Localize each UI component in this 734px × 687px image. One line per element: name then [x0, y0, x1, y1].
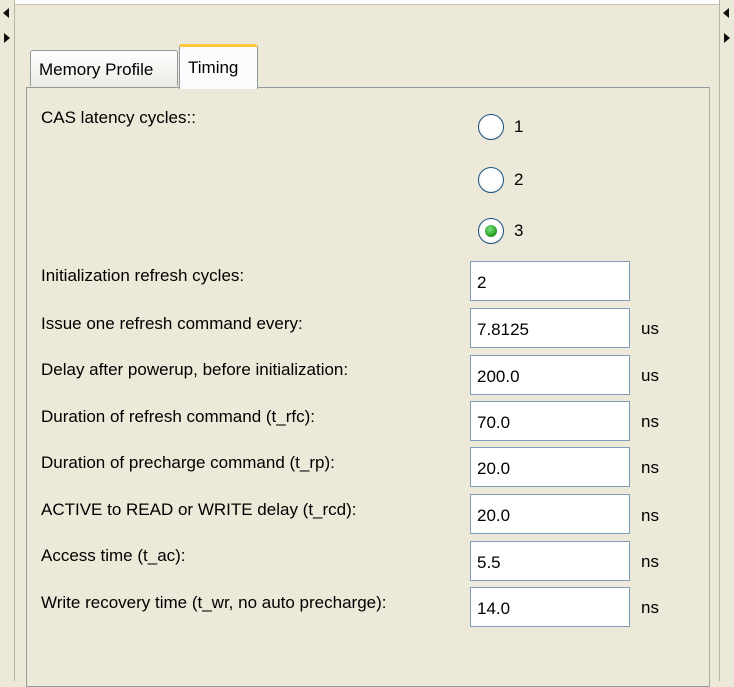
radio-unchecked-icon[interactable] — [478, 114, 504, 140]
radio-unchecked-icon[interactable] — [478, 167, 504, 193]
t-ac-label: Access time (t_ac): — [41, 546, 186, 565]
t-rcd-label: ACTIVE to READ or WRITE delay (t_rcd): — [41, 500, 357, 519]
t-wr-unit: ns — [641, 598, 659, 617]
t-rp-field[interactable] — [470, 447, 630, 487]
t-ac-unit: ns — [641, 552, 659, 571]
t-rcd-unit: ns — [641, 506, 659, 525]
collapse-left-arrow-icon[interactable] — [3, 8, 9, 18]
t-rcd-field[interactable] — [470, 494, 630, 534]
tab-timing[interactable]: Timing — [179, 44, 258, 89]
radio-label: 1 — [514, 117, 524, 136]
radio-dot-icon — [485, 225, 497, 237]
window-top-edge — [0, 0, 734, 5]
powerup-delay-unit: us — [641, 366, 659, 385]
refresh-interval-unit: us — [641, 319, 659, 338]
left-splitter[interactable] — [0, 0, 15, 681]
t-wr-label: Write recovery time (t_wr, no auto prech… — [41, 593, 387, 612]
init-refresh-cycles-field[interactable] — [470, 261, 630, 301]
powerup-delay-field[interactable] — [470, 355, 630, 395]
radio-label: 3 — [514, 221, 524, 240]
right-splitter[interactable] — [719, 0, 734, 681]
radio-checked-icon[interactable] — [478, 218, 504, 244]
t-rfc-label: Duration of refresh command (t_rfc): — [41, 407, 315, 426]
expand-right-arrow-icon[interactable] — [4, 33, 10, 43]
cas-latency-option-3[interactable]: 3 — [478, 216, 523, 246]
refresh-interval-field[interactable] — [470, 308, 630, 348]
t-rp-label: Duration of precharge command (t_rp): — [41, 453, 335, 472]
cas-latency-option-1[interactable]: 1 — [478, 112, 523, 142]
cas-latency-label: CAS latency cycles:: — [41, 108, 196, 127]
tab-memory-profile[interactable]: Memory Profile — [30, 50, 178, 86]
cas-latency-option-2[interactable]: 2 — [478, 165, 523, 195]
t-rp-unit: ns — [641, 458, 659, 477]
t-rfc-field[interactable] — [470, 401, 630, 441]
init-refresh-cycles-label: Initialization refresh cycles: — [41, 266, 245, 285]
powerup-delay-label: Delay after powerup, before initializati… — [41, 360, 349, 379]
t-ac-field[interactable] — [470, 541, 630, 581]
expand-right-arrow-icon[interactable] — [724, 33, 730, 43]
t-wr-field[interactable] — [470, 587, 630, 627]
refresh-interval-label: Issue one refresh command every: — [41, 314, 303, 333]
collapse-left-arrow-icon[interactable] — [723, 8, 729, 18]
t-rfc-unit: ns — [641, 412, 659, 431]
radio-label: 2 — [514, 170, 524, 189]
